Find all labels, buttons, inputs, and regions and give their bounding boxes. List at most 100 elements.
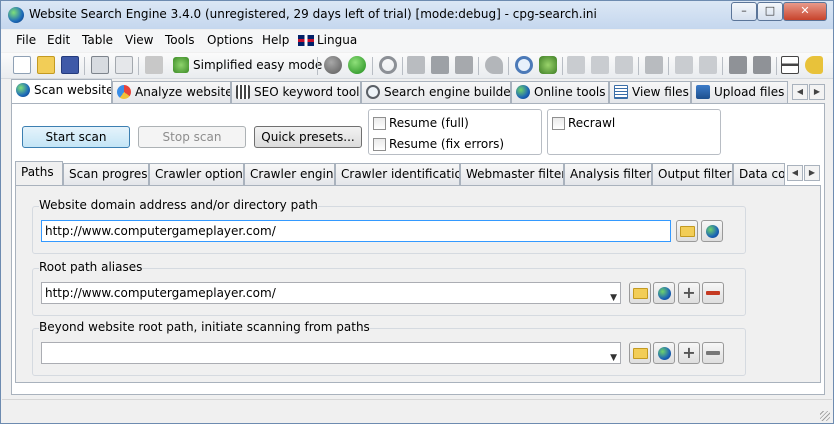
add-path-button[interactable]: + <box>678 342 700 364</box>
close-button[interactable]: ✕ <box>783 2 827 21</box>
align-right-icon[interactable] <box>753 56 771 74</box>
resume-fix-errors-checkbox[interactable] <box>373 138 386 151</box>
tab-label: View files <box>632 85 689 99</box>
go-icon[interactable] <box>348 56 366 74</box>
buy-icon[interactable] <box>781 56 799 74</box>
tab-online-tools[interactable]: Online tools <box>511 81 609 103</box>
menu-help[interactable]: Help <box>262 33 289 47</box>
tab-analysis-filters[interactable]: Analysis filters <box>564 163 652 185</box>
save-icon[interactable] <box>61 56 79 74</box>
tab-label: SEO keyword tools <box>254 85 361 99</box>
tree-expand-icon[interactable] <box>591 56 609 74</box>
recrawl-checkbox[interactable] <box>552 117 565 130</box>
open-in-browser-button[interactable] <box>653 342 675 364</box>
menu-lingua[interactable]: Lingua <box>317 33 357 47</box>
browse-folder-button[interactable] <box>629 342 651 364</box>
simplified-mode-icon <box>173 57 189 73</box>
tab-data-collection[interactable]: Data colle <box>733 163 785 185</box>
menu-file[interactable]: File <box>16 33 36 47</box>
tab-output-filters[interactable]: Output filters <box>652 163 733 185</box>
find-replace-icon[interactable] <box>539 56 557 74</box>
align-icon[interactable] <box>729 56 747 74</box>
start-scan-button[interactable]: Start scan <box>22 126 130 148</box>
recrawl-label: Recrawl <box>568 116 616 130</box>
subtab-scroll-right-button[interactable]: ▶ <box>804 165 820 181</box>
copy-settings-icon[interactable] <box>91 56 109 74</box>
domain-path-input[interactable]: http://www.computergameplayer.com/ <box>41 220 671 242</box>
remove-path-button[interactable] <box>702 342 724 364</box>
tab-webmaster-filters[interactable]: Webmaster filters <box>460 163 564 185</box>
toolbar-separator <box>317 57 318 75</box>
status-bar <box>2 399 832 423</box>
tab-label: Online tools <box>534 85 606 99</box>
paste-icon[interactable] <box>455 56 473 74</box>
app-logo-icon <box>8 7 24 23</box>
add-alias-button[interactable]: + <box>678 282 700 304</box>
split-icon[interactable] <box>675 56 693 74</box>
root-path-aliases-group: Root path aliases http://www.computergam… <box>32 260 746 316</box>
globe-icon <box>706 225 719 238</box>
tab-search-engine-builder[interactable]: Search engine builder <box>361 81 511 103</box>
tab-crawler-engine[interactable]: Crawler engine <box>244 163 335 185</box>
chevron-down-icon[interactable]: ▼ <box>610 288 617 303</box>
subtab-scroll-left-button[interactable]: ◀ <box>787 165 803 181</box>
move-right-icon[interactable] <box>645 56 663 74</box>
folder-icon <box>680 226 695 237</box>
tab-scroll-right-button[interactable]: ▶ <box>809 84 825 100</box>
chevron-down-icon[interactable]: ▼ <box>610 348 617 363</box>
toolbar-separator <box>84 57 85 75</box>
root-path-aliases-dropdown[interactable]: http://www.computergameplayer.com/ ▼ <box>41 282 621 304</box>
maximize-button[interactable]: □ <box>757 2 783 21</box>
remove-alias-button[interactable] <box>702 282 724 304</box>
stop-icon[interactable] <box>324 56 342 74</box>
menu-table[interactable]: Table <box>82 33 113 47</box>
tab-view-files[interactable]: View files <box>609 81 691 103</box>
minus-icon <box>706 291 720 295</box>
tab-analyze-website[interactable]: Analyze website <box>112 81 231 103</box>
beyond-root-paths-dropdown[interactable]: ▼ <box>41 342 621 364</box>
resize-grip-icon[interactable] <box>820 411 830 421</box>
tab-paths[interactable]: Paths <box>15 161 63 185</box>
stop-scan-button[interactable]: Stop scan <box>138 126 246 148</box>
find-icon[interactable] <box>515 56 533 74</box>
menu-view[interactable]: View <box>125 33 153 47</box>
refresh-icon[interactable] <box>379 56 397 74</box>
browse-folder-button[interactable] <box>676 220 698 242</box>
app-window: Website Search Engine 3.4.0 (unregistere… <box>0 0 834 424</box>
tab-scroll-left-button[interactable]: ◀ <box>792 84 808 100</box>
seo-icon <box>236 85 250 99</box>
menu-edit[interactable]: Edit <box>47 33 70 47</box>
key-icon[interactable] <box>805 56 823 74</box>
open-in-browser-button[interactable] <box>653 282 675 304</box>
browse-folder-button[interactable] <box>629 282 651 304</box>
analyze-icon <box>117 85 131 99</box>
copy-icon[interactable] <box>431 56 449 74</box>
new-file-icon[interactable] <box>13 56 31 74</box>
tab-label: Paths <box>21 165 54 179</box>
menu-tools[interactable]: Tools <box>165 33 195 47</box>
paths-panel: Website domain address and/or directory … <box>15 185 821 383</box>
minimize-button[interactable]: – <box>731 2 757 21</box>
tree-collapse-icon[interactable] <box>615 56 633 74</box>
simplified-easy-mode-button[interactable]: Simplified easy mode <box>169 55 322 77</box>
tree-icon[interactable] <box>567 56 585 74</box>
recrawl-box: Recrawl <box>547 109 721 155</box>
tab-upload-files[interactable]: Upload files <box>691 81 788 103</box>
cut-icon[interactable] <box>407 56 425 74</box>
tab-seo-keyword-tools[interactable]: SEO keyword tools <box>231 81 361 103</box>
beyond-root-paths-label: Beyond website root path, initiate scann… <box>39 320 370 334</box>
toolbar-separator <box>668 57 669 75</box>
undo-icon[interactable] <box>485 56 503 74</box>
open-folder-icon[interactable] <box>37 56 55 74</box>
paste-settings-icon[interactable] <box>115 56 133 74</box>
tab-scan-website[interactable]: Scan website <box>11 79 112 103</box>
merge-icon[interactable] <box>699 56 717 74</box>
quick-presets-button[interactable]: Quick presets... <box>254 126 362 148</box>
open-in-browser-button[interactable] <box>701 220 723 242</box>
tab-crawler-options[interactable]: Crawler options <box>149 163 244 185</box>
menu-options[interactable]: Options <box>207 33 253 47</box>
resume-full-checkbox[interactable] <box>373 117 386 130</box>
tab-scan-progress[interactable]: Scan progress <box>63 163 149 185</box>
sub-tab-row: Paths Scan progress Crawler options Craw… <box>1 161 833 185</box>
tab-crawler-identification[interactable]: Crawler identification <box>335 163 460 185</box>
